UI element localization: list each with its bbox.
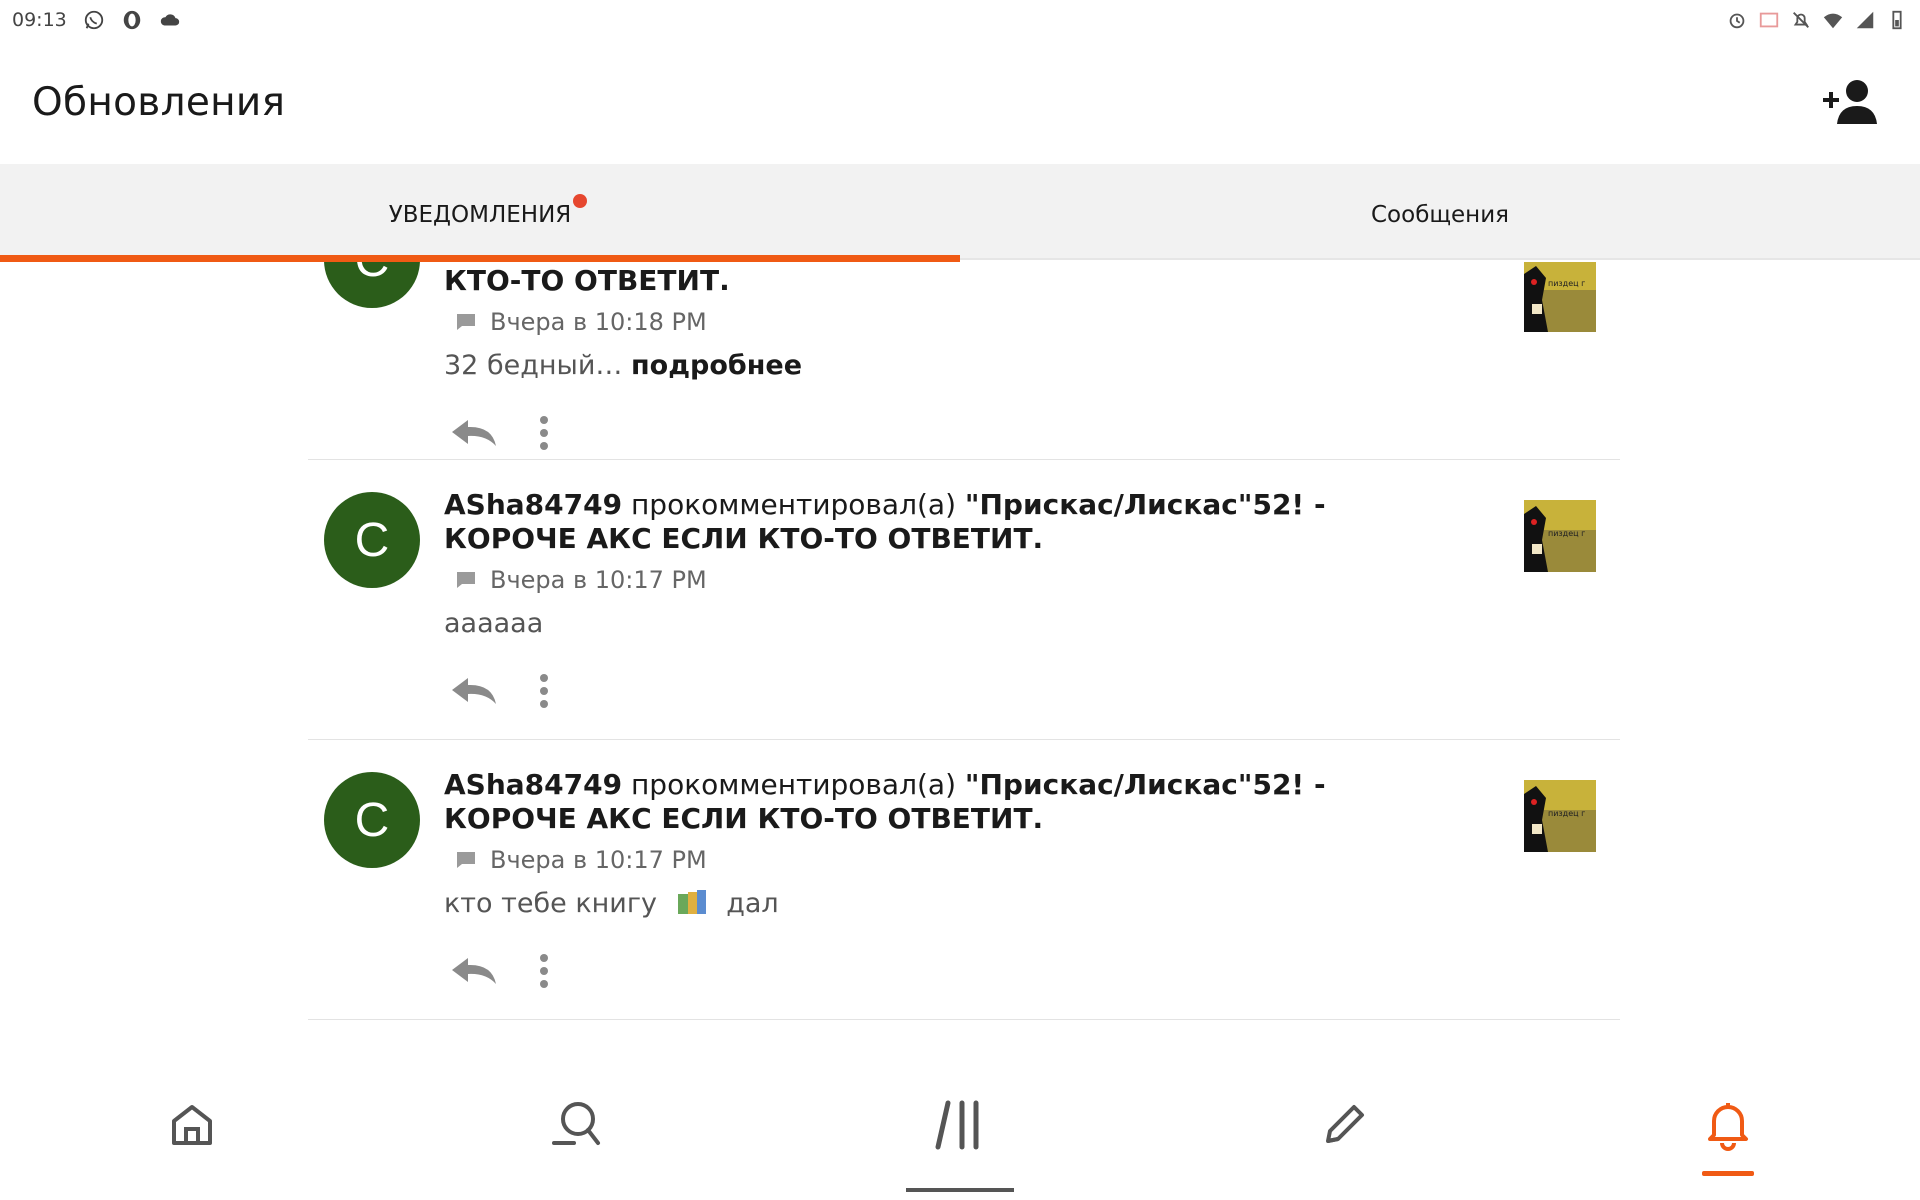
thumbnail-caption: пиздец г [1548, 809, 1585, 818]
thumbnail-caption: пиздец г [1548, 279, 1585, 288]
add-friend-button[interactable] [1816, 66, 1888, 138]
notification-feed[interactable]: C КТО-ТО ОТВЕТИТ. Вчера в 10:18 PM 32 бе… [0, 262, 1920, 1050]
tab-notifications-label: УВЕДОМЛЕНИЯ [388, 202, 572, 228]
notification-item[interactable]: C ASha84749 прокомментировал(а) "Прискас… [308, 740, 1620, 1020]
comment-text-before: кто тебе книгу [444, 888, 657, 919]
comment-text: кто тебе книгу дал [444, 888, 1444, 919]
notification-time: Вчера в 10:17 PM [490, 846, 707, 874]
more-vertical-icon [540, 416, 548, 450]
notification-meta: Вчера в 10:18 PM [444, 308, 1444, 336]
nav-feed[interactable] [768, 1050, 1152, 1200]
more-options-button[interactable] [538, 415, 550, 451]
notification-actions [444, 415, 1444, 451]
thumbnail-image: пиздец г [1524, 500, 1596, 572]
author-name[interactable]: ASha84749 [444, 768, 622, 801]
more-vertical-icon [540, 674, 548, 708]
more-options-button[interactable] [538, 673, 550, 709]
bell-icon [1708, 1103, 1748, 1151]
thumbnail-caption: пиздец г [1548, 529, 1585, 538]
home-icon [172, 1105, 212, 1145]
comment-text-after: дал [726, 888, 779, 919]
comment-text: аааааа [444, 608, 544, 639]
feed-icon [935, 1100, 979, 1150]
notification-time: Вчера в 10:17 PM [490, 566, 707, 594]
active-nav-indicator [1702, 1171, 1754, 1176]
more-link[interactable]: подробнее [631, 350, 802, 381]
comment-icon [457, 572, 475, 588]
comment-icon [457, 852, 475, 868]
notification-meta: Вчера в 10:17 PM [444, 566, 1444, 594]
notification-meta: Вчера в 10:17 PM [444, 846, 1444, 874]
notification-headline[interactable]: КТО-ТО ОТВЕТИТ. [444, 264, 1444, 298]
action-text: прокомментировал(а) [630, 768, 956, 801]
tab-messages[interactable]: Сообщения [960, 164, 1920, 260]
reply-button[interactable] [450, 418, 498, 448]
topic-thumbnail[interactable]: пиздец г [1524, 262, 1596, 332]
reply-button[interactable] [450, 956, 498, 986]
books-emoji-icon [677, 890, 706, 914]
topic-title[interactable]: КТО-ТО ОТВЕТИТ. [444, 264, 730, 297]
alarm-icon [1729, 13, 1745, 29]
reply-icon [452, 678, 496, 704]
notification-item[interactable]: C КТО-ТО ОТВЕТИТ. Вчера в 10:18 PM 32 бе… [308, 262, 1620, 460]
avatar[interactable]: C [324, 262, 420, 308]
comment-text: 32 бедный… подробнее [444, 350, 1444, 381]
nav-create[interactable] [1152, 1050, 1536, 1200]
tab-bar: УВЕДОМЛЕНИЯ Сообщения [0, 164, 1920, 262]
notification-actions [444, 673, 1444, 709]
notification-time: Вчера в 10:18 PM [490, 308, 707, 336]
thumbnail-image: пиздец г [1524, 262, 1596, 332]
notification-item[interactable]: C ASha84749 прокомментировал(а) "Прискас… [308, 460, 1620, 740]
app-bar: Обновления [0, 40, 1920, 164]
avatar[interactable]: C [324, 492, 420, 588]
thumbnail-image: пиздец г [1524, 780, 1596, 852]
whatsapp-icon [84, 10, 103, 30]
status-bar: 09:13 [0, 0, 1920, 40]
signal-icon [1856, 11, 1874, 29]
unread-dot [573, 194, 588, 208]
avatar[interactable]: C [324, 772, 420, 868]
search-icon [552, 1102, 600, 1145]
nav-home[interactable] [0, 1050, 384, 1200]
mute-icon [1793, 12, 1809, 28]
comment-text-content: 32 бедный… [444, 350, 623, 381]
battery-icon [1892, 10, 1902, 30]
reply-icon [452, 420, 496, 446]
cast-icon [1759, 12, 1779, 28]
author-name[interactable]: ASha84749 [444, 488, 622, 521]
topic-thumbnail[interactable]: пиздец г [1524, 500, 1596, 572]
notification-actions [444, 953, 1444, 989]
system-home-indicator [906, 1188, 1014, 1192]
status-time: 09:13 [12, 9, 67, 31]
more-options-button[interactable] [538, 953, 550, 989]
page-title: Обновления [32, 79, 286, 125]
more-vertical-icon [540, 954, 548, 988]
topic-thumbnail[interactable]: пиздец г [1524, 780, 1596, 852]
tab-messages-label: Сообщения [1370, 202, 1510, 228]
tab-notifications[interactable]: УВЕДОМЛЕНИЯ [0, 164, 960, 262]
bottom-navigation [0, 1050, 1920, 1200]
active-tab-indicator [0, 255, 960, 262]
add-friend-icon [1823, 80, 1877, 124]
nav-notifications[interactable] [1536, 1050, 1920, 1200]
notification-headline[interactable]: ASha84749 прокомментировал(а) "Прискас/Л… [444, 768, 1444, 836]
action-text: прокомментировал(а) [630, 488, 956, 521]
reply-icon [452, 958, 496, 984]
pencil-icon [1326, 1105, 1364, 1143]
notification-headline[interactable]: ASha84749 прокомментировал(а) "Прискас/Л… [444, 488, 1444, 556]
comment-icon [457, 314, 475, 330]
wifi-icon [1823, 13, 1843, 29]
cloud-icon [160, 14, 179, 26]
reply-button[interactable] [450, 676, 498, 706]
nav-search[interactable] [384, 1050, 768, 1200]
opera-icon [123, 10, 141, 30]
